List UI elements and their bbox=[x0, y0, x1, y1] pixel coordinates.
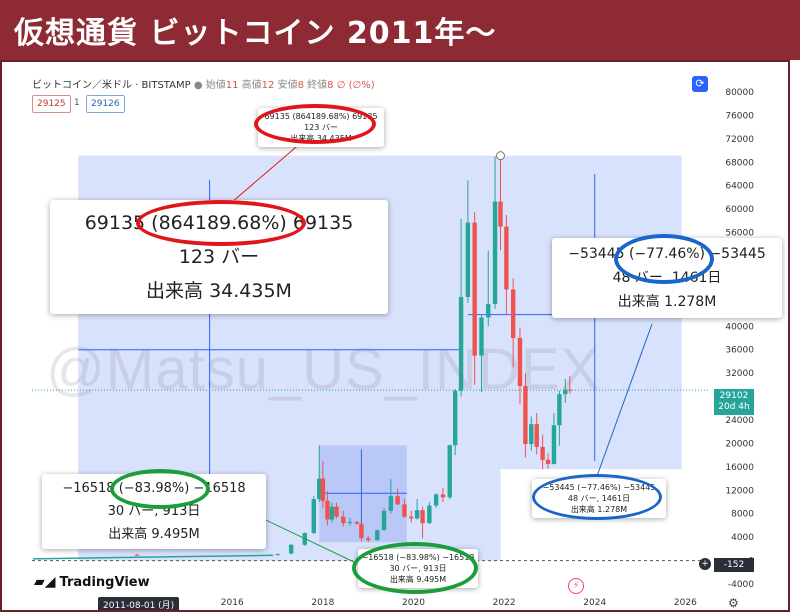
gear-icon[interactable]: ⚙ bbox=[728, 596, 739, 610]
refresh-icon[interactable]: ⟳ bbox=[692, 76, 708, 92]
x-tick-label: 2024 bbox=[583, 598, 606, 608]
change-value: ∅ (∅%) bbox=[336, 80, 375, 91]
y-tick-label: 76000 bbox=[725, 111, 754, 121]
candle-body bbox=[414, 510, 420, 519]
sell-price-pill[interactable]: 29125 bbox=[32, 95, 71, 113]
x-tick-label: 2016 bbox=[221, 598, 244, 608]
candle-body bbox=[465, 222, 471, 297]
symbol-legend: ビットコイン／米ドル · BITSTAMP ● 始値11 高値12 安値8 終値… bbox=[32, 80, 375, 91]
candle-body bbox=[354, 521, 360, 524]
candle-body bbox=[347, 521, 353, 524]
candle-body bbox=[320, 478, 326, 501]
bolt-icon[interactable]: ⚡ bbox=[568, 578, 584, 594]
low-value: 8 bbox=[297, 80, 304, 91]
candle-body bbox=[311, 499, 317, 534]
y-tick-label: 36000 bbox=[725, 346, 754, 356]
y-tick-label: 72000 bbox=[725, 135, 754, 145]
candle-body bbox=[341, 516, 346, 524]
low-label: 安値 bbox=[277, 80, 298, 91]
candle-body bbox=[395, 496, 400, 505]
candle-body bbox=[288, 544, 294, 554]
y-tick-label: 24000 bbox=[725, 416, 754, 426]
y-tick-label: 32000 bbox=[725, 369, 754, 379]
candle-body bbox=[365, 538, 371, 541]
y-tick-label: 60000 bbox=[725, 205, 754, 215]
high-label: 高値 bbox=[241, 80, 262, 91]
candle-body bbox=[433, 494, 439, 506]
candle-body bbox=[486, 304, 491, 318]
highlight-ring-blue-small bbox=[532, 474, 662, 520]
candle-body bbox=[402, 504, 407, 517]
candle-body bbox=[447, 445, 452, 498]
current-price: 29102 bbox=[719, 391, 749, 401]
highlight-ring-green-large bbox=[110, 469, 210, 509]
candle-body bbox=[551, 425, 557, 464]
peak-marker bbox=[495, 151, 505, 161]
open-label: 始値 bbox=[205, 80, 226, 91]
close-value: 8 bbox=[327, 80, 334, 91]
candle-body bbox=[427, 505, 432, 524]
candle-body bbox=[492, 201, 498, 305]
high-value: 12 bbox=[261, 80, 275, 91]
highlight-ring-red-small bbox=[254, 104, 376, 144]
open-value: 11 bbox=[225, 80, 239, 91]
y-tick-label: 68000 bbox=[725, 158, 754, 168]
candle-body bbox=[510, 289, 516, 338]
y-tick-label: -4000 bbox=[728, 580, 754, 590]
highlight-ring-green-small bbox=[352, 542, 478, 594]
y-tick-label: 8000 bbox=[731, 510, 754, 520]
candle-body bbox=[334, 506, 339, 517]
buy-price-pill[interactable]: 29126 bbox=[86, 95, 125, 113]
x-tick-label: 2026 bbox=[674, 598, 697, 608]
close-label: 終値 bbox=[307, 80, 328, 91]
zoom-volume: 出来高 1.278M bbox=[617, 294, 717, 310]
x-tick-label: 2020 bbox=[402, 598, 425, 608]
y-tick-label: 40000 bbox=[725, 322, 754, 332]
candle-body bbox=[388, 496, 394, 511]
candle-body bbox=[375, 530, 380, 541]
candle-body bbox=[329, 506, 335, 520]
candle-body bbox=[275, 554, 280, 556]
y-tick-label: 12000 bbox=[725, 486, 754, 496]
y-tick-label: 64000 bbox=[725, 182, 754, 192]
zoom-volume: 出来高 34.435M bbox=[146, 280, 292, 302]
candle-body bbox=[540, 446, 545, 460]
candle-body bbox=[498, 201, 503, 227]
y-tick-label: 16000 bbox=[725, 463, 754, 473]
candle-body bbox=[534, 424, 539, 447]
candle-body bbox=[440, 494, 446, 498]
candle-body bbox=[529, 424, 534, 445]
candle-body bbox=[409, 516, 414, 519]
candle-body bbox=[359, 523, 364, 539]
chart-frame: -400004000800012000160002000024000280003… bbox=[0, 60, 790, 612]
tradingview-logo[interactable]: ▰◢ TradingView bbox=[34, 574, 150, 590]
quantity-value: 1 bbox=[74, 98, 80, 108]
candle-body bbox=[545, 459, 551, 464]
current-price-badge: 29102 20d 4h bbox=[714, 389, 754, 415]
candle-body bbox=[134, 554, 140, 556]
candle-body bbox=[504, 226, 509, 290]
logo-text: TradingView bbox=[59, 575, 150, 590]
x-tick-label: 2022 bbox=[493, 598, 516, 608]
tradingview-mark-icon: ▰◢ bbox=[34, 574, 56, 590]
title-banner: 仮想通貨 ビットコイン 2011年〜 bbox=[0, 0, 800, 60]
y-tick-label: 4000 bbox=[731, 533, 754, 543]
cursor-price-badge: -152 bbox=[714, 558, 754, 572]
candle-body bbox=[381, 510, 387, 531]
y-tick-label: 20000 bbox=[725, 439, 754, 449]
y-tick-label: 80000 bbox=[725, 88, 754, 98]
add-scale-icon[interactable]: + bbox=[699, 558, 711, 570]
highlight-ring-blue-large bbox=[614, 234, 714, 284]
date-marker: 2011-08-01 (月) bbox=[98, 597, 180, 610]
candle-body bbox=[420, 510, 425, 524]
bar-countdown: 20d 4h bbox=[718, 402, 750, 412]
symbol-name[interactable]: ビットコイン／米ドル · BITSTAMP bbox=[32, 80, 191, 91]
candle-body bbox=[325, 500, 330, 520]
highlight-ring-red-large bbox=[136, 200, 306, 246]
watermark-text: @Matsu_US_INDEX bbox=[46, 337, 601, 402]
zoom-volume: 出来高 9.495M bbox=[108, 527, 200, 542]
x-tick-label: 2018 bbox=[311, 598, 334, 608]
page-title: 仮想通貨 ビットコイン 2011年〜 bbox=[14, 16, 497, 51]
